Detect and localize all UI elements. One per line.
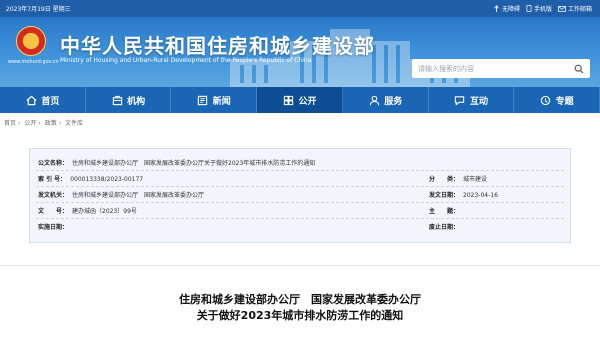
chat-icon bbox=[454, 94, 466, 106]
search-box[interactable]: 请输入搜索的内容 bbox=[412, 59, 590, 78]
meta-number-row: 文 号： 建办城函〔2023〕99号 bbox=[38, 208, 137, 215]
nav-item-news[interactable]: 新闻 bbox=[171, 87, 258, 113]
mobile-icon bbox=[526, 5, 532, 12]
accessibility-link[interactable]: 无障碍 bbox=[493, 4, 520, 13]
meta-title-row: 公文名称： 住房和城乡建设部办公厅 国家发展改革委办公厅关于做好2023年城市排水… bbox=[38, 160, 316, 167]
document-title-line2: 关于做好2023年城市排水防涝工作的通知 bbox=[196, 309, 404, 322]
divider bbox=[36, 186, 564, 187]
breadcrumb-policy[interactable]: 政策 bbox=[45, 120, 57, 127]
service-icon bbox=[368, 94, 380, 106]
top-bar: 2023年7月19日 星期三 无障碍 手机版 工作邮箱 bbox=[0, 0, 600, 17]
document-body: 住房和城乡建设部办公厅 国家发展改革委办公厅 关于做好2023年城市排水防涝工作… bbox=[0, 265, 600, 337]
national-emblem-logo[interactable] bbox=[16, 26, 46, 56]
mail-icon bbox=[558, 5, 566, 12]
site-url: www.mohurd.gov.cn bbox=[8, 59, 59, 65]
breadcrumb-public[interactable]: 公开 bbox=[24, 120, 36, 127]
home-icon bbox=[25, 94, 37, 106]
document-meta-panel: 公文名称： 住房和城乡建设部办公厅 国家发展改革委办公厅关于做好2023年城市排水… bbox=[29, 148, 571, 243]
search-input[interactable]: 请输入搜索的内容 bbox=[418, 64, 474, 74]
meta-index-row: 索 引 号： 000013338/2023-00177 bbox=[38, 176, 144, 183]
nav-item-interact[interactable]: 互动 bbox=[429, 87, 515, 113]
main-nav: 首页 机构 新闻 公开 服务 互动 专题 bbox=[0, 87, 600, 113]
nav-item-public[interactable]: 公开 bbox=[257, 87, 343, 113]
meta-impl-row: 实施日期： bbox=[38, 224, 69, 231]
meta-subject-row: 主 题： bbox=[429, 208, 460, 215]
meta-expire-row: 废止日期： bbox=[429, 224, 460, 231]
site-title[interactable]: 中华人民共和国住房和城乡建设部 bbox=[60, 30, 375, 59]
nav-item-home[interactable]: 首页 bbox=[0, 87, 86, 113]
nav-item-service[interactable]: 服务 bbox=[343, 87, 429, 113]
mobile-link[interactable]: 手机版 bbox=[526, 4, 552, 13]
news-icon bbox=[197, 94, 209, 106]
nav-item-org[interactable]: 机构 bbox=[86, 87, 172, 113]
meta-category-row: 分 类： 城市建设 bbox=[429, 176, 488, 183]
document-title-line1: 住房和城乡建设部办公厅 国家发展改革委办公厅 bbox=[179, 293, 421, 306]
meta-date-row: 发文日期： 2023-04-16 bbox=[429, 192, 498, 199]
divider bbox=[36, 170, 564, 171]
divider bbox=[36, 202, 564, 203]
site-header: www.mohurd.gov.cn 中华人民共和国住房和城乡建设部 Minist… bbox=[0, 17, 600, 87]
public-icon bbox=[283, 94, 295, 106]
topic-icon bbox=[540, 94, 552, 106]
mail-link[interactable]: 工作邮箱 bbox=[558, 4, 592, 13]
site-title-en: Ministry of Housing and Urban-Rural Deve… bbox=[60, 57, 312, 64]
nav-item-topic[interactable]: 专题 bbox=[514, 87, 600, 113]
accessibility-icon bbox=[494, 5, 499, 12]
breadcrumb-library[interactable]: 文件库 bbox=[65, 120, 83, 127]
meta-org-row: 发文机关： 住房和城乡建设部办公厅 国家发展改革委办公厅 bbox=[38, 192, 205, 199]
search-icon[interactable] bbox=[574, 64, 584, 74]
org-icon bbox=[111, 94, 123, 106]
breadcrumb-home[interactable]: 首页 bbox=[4, 120, 16, 127]
breadcrumb: 首页 › 公开 › 政策 › 文件库 bbox=[4, 120, 84, 127]
current-date: 2023年7月19日 星期三 bbox=[6, 6, 71, 13]
divider bbox=[36, 218, 564, 219]
